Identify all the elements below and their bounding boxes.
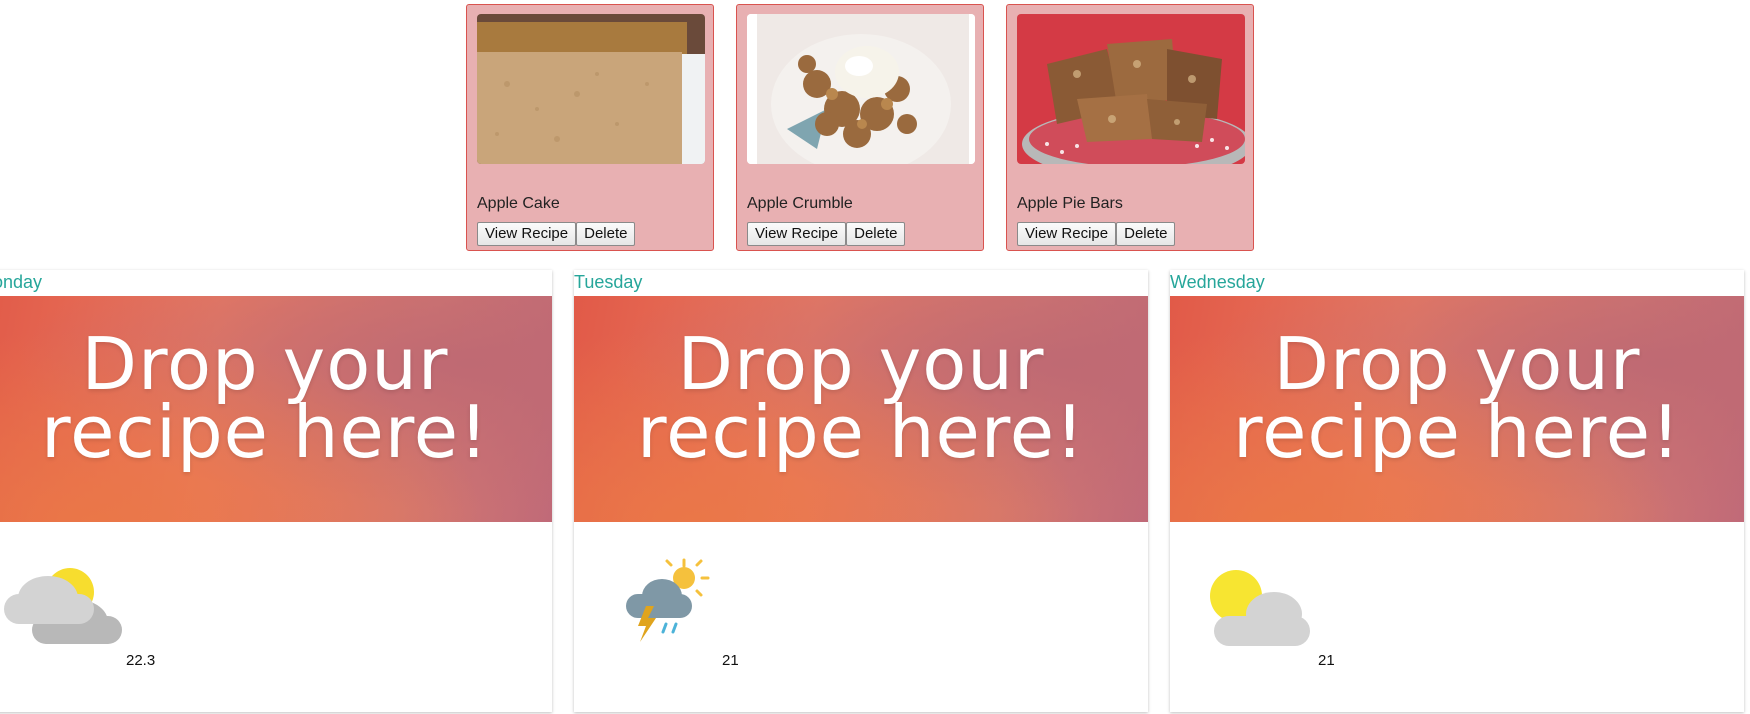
temperature: 21 — [722, 652, 739, 669]
recipe-card[interactable]: Apple Crumble View Recipe Delete — [736, 4, 984, 251]
recipe-title: Apple Crumble — [747, 195, 853, 212]
delete-recipe-button[interactable]: Delete — [846, 222, 906, 246]
day-name: Monday — [0, 272, 43, 292]
recipe-photo-apple-crumble — [747, 14, 975, 164]
recipe-photo-apple-pie-bars — [1017, 14, 1245, 164]
day-card-tuesday: Tuesday Drop your recipe here! 21 — [574, 270, 1148, 712]
partly-cloudy-icon — [0, 566, 124, 653]
view-recipe-button[interactable]: View Recipe — [477, 222, 577, 246]
view-recipe-button[interactable]: View Recipe — [747, 222, 847, 246]
day-name: Wednesday — [1170, 272, 1265, 292]
delete-recipe-button[interactable]: Delete — [576, 222, 636, 246]
drop-zone-text: Drop your recipe here! — [41, 322, 489, 474]
day-card-wednesday: Wednesday Drop your recipe here! 21 — [1170, 270, 1744, 712]
recipe-drop-zone[interactable]: Drop your recipe here! — [0, 296, 552, 522]
recipe-title: Apple Pie Bars — [1017, 195, 1123, 212]
recipe-card[interactable]: Apple Pie Bars View Recipe Delete — [1006, 4, 1254, 251]
sun-behind-cloud-icon — [1208, 568, 1318, 653]
view-recipe-button[interactable]: View Recipe — [1017, 222, 1117, 246]
recipe-photo-apple-cake — [477, 14, 705, 164]
recipe-list: Apple Cake View Recipe Delete Apple Crum… — [0, 0, 1750, 260]
recipe-title: Apple Cake — [477, 195, 560, 212]
drop-zone-text: Drop your recipe here! — [637, 322, 1085, 474]
delete-recipe-button[interactable]: Delete — [1116, 222, 1176, 246]
recipe-drop-zone[interactable]: Drop your recipe here! — [1170, 296, 1744, 522]
day-name: Tuesday — [574, 272, 643, 292]
recipe-drop-zone[interactable]: Drop your recipe here! — [574, 296, 1148, 522]
drop-zone-text: Drop your recipe here! — [1233, 322, 1681, 474]
thunderstorm-icon — [622, 558, 712, 647]
day-card-monday: Monday Drop your recipe here! 22.3 — [0, 270, 552, 712]
temperature: 21 — [1318, 652, 1335, 669]
recipe-card[interactable]: Apple Cake View Recipe Delete — [466, 4, 714, 251]
temperature: 22.3 — [126, 652, 156, 669]
